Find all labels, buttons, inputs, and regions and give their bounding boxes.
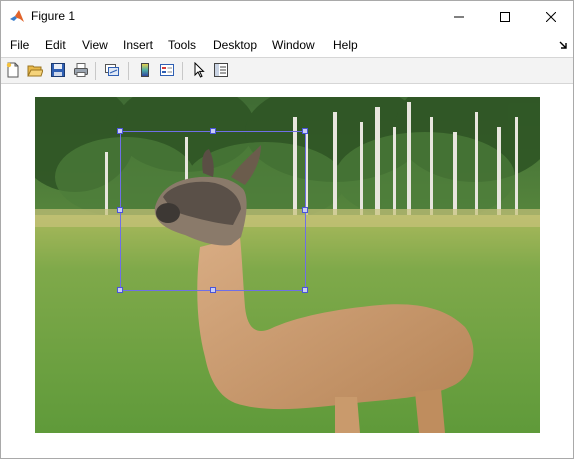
minimize-icon [454, 12, 464, 22]
roi-handle-top-right[interactable] [302, 128, 308, 134]
legend-icon [159, 62, 175, 81]
save-icon [50, 62, 66, 81]
roi-handle-bottom[interactable] [210, 287, 216, 293]
roi-rectangle[interactable] [117, 128, 308, 293]
maximize-icon [500, 11, 510, 22]
toolbar-separator [182, 62, 183, 80]
pointer-icon [191, 61, 207, 81]
menu-edit[interactable]: Edit [45, 38, 66, 52]
edit-plot-button[interactable] [190, 61, 208, 81]
title-bar[interactable]: Figure 1 [1, 1, 573, 32]
close-icon [546, 11, 556, 22]
toolbar-separator [128, 62, 129, 80]
new-figure-icon [5, 62, 21, 81]
property-inspector-icon [213, 62, 229, 81]
menu-insert[interactable]: Insert [123, 38, 153, 52]
menu-desktop[interactable]: Desktop [213, 38, 257, 52]
print-button[interactable] [72, 62, 90, 80]
window-title: Figure 1 [31, 9, 76, 23]
maximize-button[interactable] [482, 1, 528, 32]
print-icon [73, 62, 89, 81]
colorbar-icon [137, 62, 153, 81]
menu-view[interactable]: View [82, 38, 108, 52]
link-plot-button[interactable] [103, 62, 121, 80]
roi-handle-right[interactable] [302, 207, 308, 213]
menu-bar: File Edit View Insert Tools Desktop Wind… [1, 34, 573, 56]
insert-legend-button[interactable] [158, 62, 176, 80]
roi-handle-top-left[interactable] [117, 128, 123, 134]
figure-canvas [1, 85, 573, 458]
link-plot-icon [104, 62, 120, 81]
figure-toolbar [1, 57, 573, 84]
property-inspector-button[interactable] [212, 62, 230, 80]
insert-colorbar-button[interactable] [136, 62, 154, 80]
roi-handle-bottom-right[interactable] [302, 287, 308, 293]
open-file-button[interactable] [26, 62, 44, 80]
menu-file[interactable]: File [10, 38, 29, 52]
close-button[interactable] [528, 1, 574, 32]
figure-window: Figure 1 File Edit View Insert Tools Des… [0, 0, 574, 459]
image-axes[interactable] [35, 97, 540, 433]
roi-handle-bottom-left[interactable] [117, 287, 123, 293]
open-file-icon [27, 62, 44, 81]
menu-window[interactable]: Window [272, 38, 315, 52]
undock-arrow-icon[interactable] [558, 39, 568, 49]
toolbar-separator [95, 62, 96, 80]
roi-handle-top[interactable] [210, 128, 216, 134]
matlab-logo-icon [9, 8, 25, 24]
menu-tools[interactable]: Tools [168, 38, 196, 52]
new-figure-button[interactable] [4, 62, 22, 80]
roi-handle-left[interactable] [117, 207, 123, 213]
minimize-button[interactable] [436, 1, 482, 32]
save-button[interactable] [49, 62, 67, 80]
menu-help[interactable]: Help [333, 38, 358, 52]
